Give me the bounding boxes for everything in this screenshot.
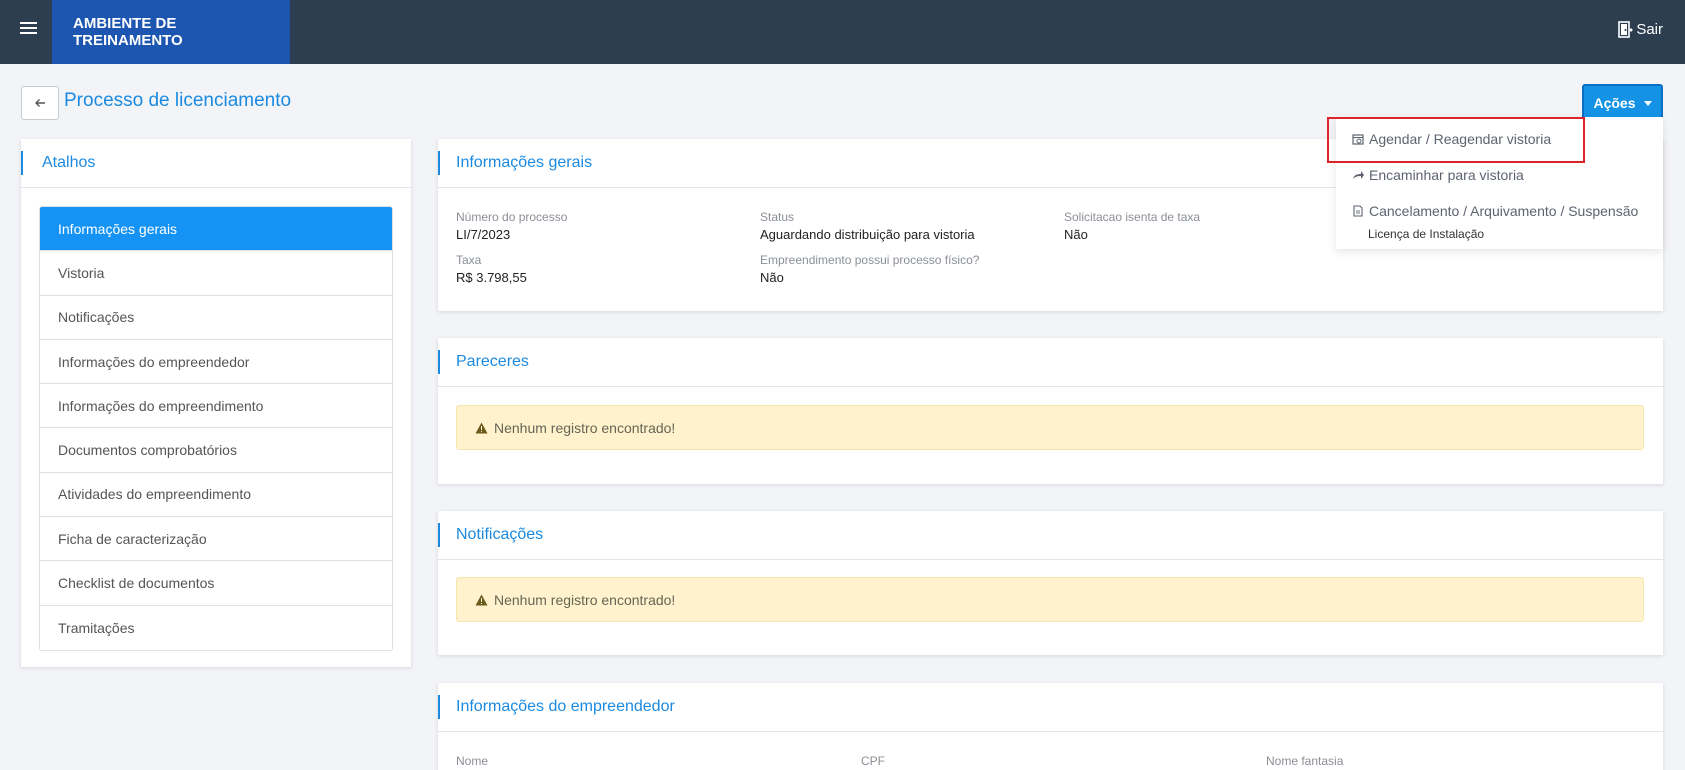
shortcut-characterization-form[interactable]: Ficha de caracterização: [40, 517, 392, 562]
shortcut-enterprise-info[interactable]: Informações do empreendimento: [40, 384, 392, 429]
menu-item-schedule-inspection[interactable]: Agendar / Reagendar vistoria: [1352, 131, 1551, 147]
shortcut-enterprise-activities[interactable]: Atividades do empreendimento: [40, 472, 392, 518]
entrepreneur-card: Informações do empreendedor Nome CPF Nom…: [438, 683, 1663, 770]
shortcut-documents-checklist[interactable]: Checklist de documentos: [40, 561, 392, 606]
shortcut-entrepreneur-info[interactable]: Informações do empreendedor: [40, 339, 392, 385]
door-exit-icon: [1618, 21, 1634, 38]
empty-message: Nenhum registro encontrado!: [494, 419, 676, 436]
fee-label: Taxa: [456, 253, 482, 267]
notifications-title: Notificações: [456, 526, 544, 543]
physical-process-value: Não: [760, 270, 784, 285]
caret-down-icon: [1643, 100, 1652, 106]
warning-icon: [475, 594, 488, 605]
fee-exempt-value: Não: [1064, 227, 1088, 242]
cpf-column-label: CPF: [861, 754, 885, 768]
page-title: Processo de licenciamento: [64, 90, 292, 111]
opinions-title: Pareceres: [456, 353, 529, 370]
back-button[interactable]: [21, 86, 59, 120]
actions-dropdown-menu: Agendar / Reagendar vistoria Encaminhar …: [1336, 117, 1663, 249]
process-number-value: LI/7/2023: [456, 227, 511, 242]
top-navbar: AMBIENTE DE TREINAMENTO Sair: [0, 0, 1685, 64]
entrepreneur-header: Informações do empreendedor: [438, 683, 1663, 732]
shortcut-general-info[interactable]: Informações gerais: [40, 207, 392, 252]
menu-item-forward-inspection[interactable]: Encaminhar para vistoria: [1352, 167, 1524, 183]
status-label: Status: [760, 210, 795, 224]
logout-button[interactable]: Sair: [1618, 21, 1663, 38]
shortcuts-header: Atalhos: [21, 139, 411, 188]
logout-label: Sair: [1636, 21, 1663, 38]
empty-message: Nenhum registro encontrado!: [494, 591, 676, 608]
name-column-label: Nome: [456, 754, 489, 768]
notifications-header: Notificações: [438, 511, 1663, 560]
document-icon: [1353, 205, 1363, 217]
menu-item-cancel-archive-suspend[interactable]: Cancelamento / Arquivamento / Suspensão: [1352, 203, 1638, 219]
fee-value: R$ 3.798,55: [456, 270, 527, 285]
fee-exempt-label: Solicitacao isenta de taxa: [1064, 210, 1201, 224]
shortcut-inspection[interactable]: Vistoria: [40, 251, 392, 296]
opinions-card: Pareceres Nenhum registro encontrado!: [438, 338, 1663, 484]
menu-item-label: Cancelamento / Arquivamento / Suspensão: [1369, 203, 1639, 219]
shortcuts-panel: Atalhos Informações gerais Vistoria Noti…: [21, 139, 411, 667]
empty-alert: Nenhum registro encontrado!: [456, 577, 1644, 622]
calendar-clock-icon: [1352, 134, 1364, 145]
physical-process-label: Empreendimento possui processo físico?: [760, 253, 980, 267]
status-value: Aguardando distribuição para vistoria: [760, 227, 975, 242]
entrepreneur-title: Informações do empreendedor: [456, 698, 675, 715]
hamburger-menu-icon[interactable]: [20, 22, 37, 36]
trade-name-column-label: Nome fantasia: [1266, 754, 1344, 768]
notifications-card: Notificações Nenhum registro encontrado!: [438, 511, 1663, 655]
shortcuts-list: Informações gerais Vistoria Notificações…: [39, 206, 393, 651]
shortcuts-title: Atalhos: [42, 154, 96, 171]
environment-banner: AMBIENTE DE TREINAMENTO: [52, 0, 290, 64]
shortcut-supporting-documents[interactable]: Documentos comprobatórios: [40, 428, 392, 473]
arrow-left-icon: [35, 99, 45, 107]
empty-alert: Nenhum registro encontrado!: [456, 405, 1644, 450]
menu-item-label: Encaminhar para vistoria: [1369, 167, 1524, 183]
shortcut-procedures[interactable]: Tramitações: [40, 605, 392, 650]
shortcut-notifications[interactable]: Notificações: [40, 295, 392, 340]
process-number-label: Número do processo: [456, 210, 568, 224]
actions-label: Ações: [1593, 95, 1636, 111]
warning-icon: [475, 422, 488, 433]
forward-arrow-icon: [1353, 171, 1364, 179]
license-type-label: Licença de Instalação: [1368, 227, 1485, 241]
opinions-header: Pareceres: [438, 338, 1663, 387]
general-info-title: Informações gerais: [456, 154, 593, 171]
menu-item-label: Agendar / Reagendar vistoria: [1369, 131, 1552, 147]
